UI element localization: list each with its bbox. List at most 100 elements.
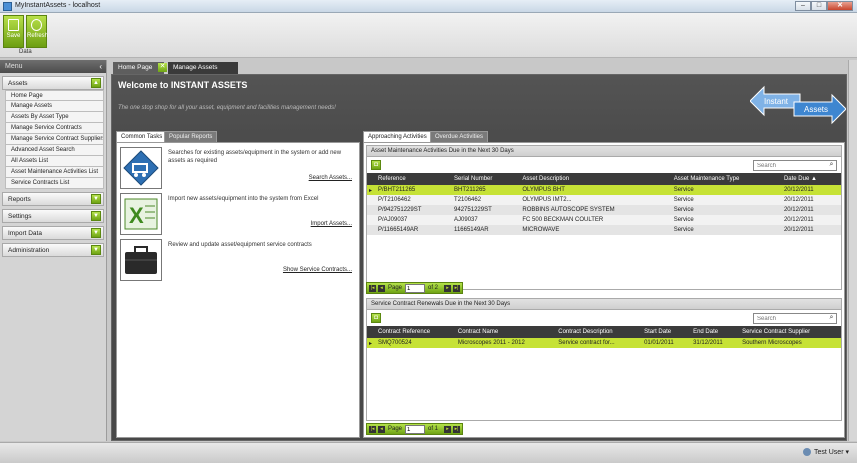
menu-header: Menu ‹ [0, 60, 106, 73]
collapse-menu-icon[interactable]: ‹ [99, 62, 102, 71]
task-service-contracts: Review and update asset/equipment servic… [120, 239, 356, 283]
column-header[interactable]: Serial Number [451, 173, 519, 185]
sidebar-section-assets[interactable]: Assets ▲ [2, 76, 104, 90]
sidebar-section-import-data[interactable]: Import Data ▼ [2, 226, 104, 240]
cell: 31/12/2011 [693, 340, 723, 346]
search-icon[interactable]: ⌕ [827, 161, 836, 170]
maintenance-search-input[interactable] [753, 160, 837, 171]
tab-overdue-activities[interactable]: Overdue Activities [430, 131, 489, 142]
minimize-button[interactable]: – [795, 1, 811, 11]
sidebar-item-assets-by-type[interactable]: Assets By Asset Type [5, 112, 104, 123]
last-page-icon[interactable]: ▸| [453, 285, 460, 292]
chevron-down-icon[interactable]: ▼ [91, 211, 101, 221]
current-user[interactable]: Test User ▾ [802, 448, 849, 457]
prev-page-icon[interactable]: ◂ [378, 285, 385, 292]
chevron-down-icon[interactable]: ▼ [91, 228, 101, 238]
window-controls: – □ ✕ [795, 1, 853, 11]
sidebar: Menu ‹ Assets ▲ Home Page Manage Assets … [0, 60, 107, 441]
save-button[interactable]: Save [3, 15, 24, 48]
row-indicator-icon: ▸ [369, 340, 373, 347]
task-description: Review and update asset/equipment servic… [168, 242, 312, 248]
close-window-button[interactable]: ✕ [827, 1, 853, 11]
task-description: Import new assets/equipment into the sys… [168, 196, 319, 202]
tab-manage-assets[interactable]: Manage Assets [168, 62, 238, 74]
refresh-icon [31, 19, 42, 31]
tab-common-tasks[interactable]: Common Tasks [116, 131, 168, 142]
refresh-button[interactable]: Refresh [26, 15, 49, 48]
show-service-contracts-link[interactable]: Show Service Contracts... [283, 267, 352, 273]
cell: BHT211265 [454, 187, 486, 193]
next-page-icon[interactable]: ▸ [444, 285, 451, 292]
cell: Southern Microscopes [742, 340, 802, 346]
sidebar-item-maintenance-activities-list[interactable]: Asset Maintenance Activities List [5, 167, 104, 178]
sidebar-section-reports[interactable]: Reports ▼ [2, 192, 104, 206]
table-row[interactable]: P/11665149AR 11665149AR MICROWAVE Servic… [367, 225, 841, 235]
refresh-label: Refresh [27, 33, 49, 39]
import-assets-link[interactable]: Import Assets... [311, 221, 352, 227]
column-header[interactable]: Contract Description [555, 326, 641, 338]
sidebar-item-manage-contract-suppliers[interactable]: Manage Service Contract Suppliers [5, 134, 104, 145]
maximize-button[interactable]: □ [811, 1, 827, 11]
column-header[interactable]: Contract Reference [375, 326, 455, 338]
close-tab-icon[interactable]: ✕ [158, 63, 167, 72]
user-name: Test User [813, 449, 844, 456]
sidebar-item-all-assets-list[interactable]: All Assets List [5, 156, 104, 167]
sidebar-item-service-contracts-list[interactable]: Service Contracts List [5, 178, 104, 189]
cell: P/AJ09037 [378, 217, 408, 223]
cell: P/11665149AR [378, 227, 419, 233]
sidebar-item-manage-service-contracts[interactable]: Manage Service Contracts [5, 123, 104, 134]
chevron-up-icon[interactable]: ▲ [91, 78, 101, 88]
tab-popular-reports[interactable]: Popular Reports [164, 131, 218, 142]
save-label: Save [6, 33, 21, 39]
sidebar-section-administration[interactable]: Administration ▼ [2, 243, 104, 257]
column-header[interactable]: Contract Name [455, 326, 555, 338]
column-header[interactable]: Date Due ▲ [781, 173, 841, 185]
search-icon[interactable]: ⌕ [827, 314, 836, 323]
section-label: Reports [8, 196, 31, 203]
tab-approaching-activities[interactable]: Approaching Activities [363, 131, 432, 142]
home-content: Welcome to INSTANT ASSETS The one stop s… [111, 74, 847, 441]
table-row[interactable]: P/AJ09037 AJ09037 FC 500 BECKMAN COULTER… [367, 215, 841, 225]
column-header[interactable]: Reference [375, 173, 451, 185]
table-row[interactable]: ▸ P/BHT211265 BHT211265 OLYMPUS BHT Serv… [367, 185, 841, 195]
first-page-icon[interactable]: |◂ [369, 426, 376, 433]
table-row[interactable]: ▸ SMQ700524 Microscopes 2011 - 2012 Serv… [367, 338, 841, 348]
chevron-down-icon[interactable]: ▼ [91, 194, 101, 204]
logo-text-right: Assets [804, 105, 828, 114]
page-title: Welcome to INSTANT ASSETS [118, 80, 248, 90]
app-icon [3, 2, 12, 11]
column-header[interactable]: Asset Maintenance Type [671, 173, 781, 185]
export-icon[interactable]: ◘ [371, 313, 381, 323]
prev-page-icon[interactable]: ◂ [378, 426, 385, 433]
window-titlebar: MyInstantAssets - localhost – □ ✕ [0, 0, 857, 13]
first-page-icon[interactable]: |◂ [369, 285, 376, 292]
search-assets-link[interactable]: Search Assets... [309, 175, 352, 181]
table-row[interactable]: P/942751229ST 942751229ST ROBBINS AUTOSC… [367, 205, 841, 215]
cell: P/T2106462 [378, 197, 411, 203]
column-header[interactable]: Asset Description [519, 173, 670, 185]
contracts-pager: |◂ ◂ Page of 1 ▸ ▸| [366, 423, 463, 435]
sidebar-item-advanced-search[interactable]: Advanced Asset Search [5, 145, 104, 156]
contracts-search-input[interactable] [753, 313, 837, 324]
grid-title: Service Contract Renewals Due in the Nex… [367, 299, 841, 310]
export-icon[interactable]: ◘ [371, 160, 381, 170]
chevron-down-icon[interactable]: ▼ [91, 245, 101, 255]
status-bar: Test User ▾ [0, 442, 857, 463]
page-number-input[interactable] [405, 284, 425, 293]
page-number-input[interactable] [405, 425, 425, 434]
cell: Service [673, 187, 694, 193]
page-count: of 2 [428, 285, 439, 291]
sidebar-item-home-page[interactable]: Home Page [5, 90, 104, 101]
column-header[interactable]: Service Contract Supplier [739, 326, 841, 338]
last-page-icon[interactable]: ▸| [453, 426, 460, 433]
column-header[interactable]: Start Date [641, 326, 690, 338]
tab-home-page[interactable]: Home Page [113, 62, 164, 74]
sidebar-section-settings[interactable]: Settings ▼ [2, 209, 104, 223]
table-row[interactable]: P/T2106462 T2106462 OLYMPUS IMT2... Serv… [367, 195, 841, 205]
vertical-scrollbar[interactable] [848, 60, 857, 441]
cell: 01/01/2011 [644, 340, 674, 346]
next-page-icon[interactable]: ▸ [444, 426, 451, 433]
sidebar-item-manage-assets[interactable]: Manage Assets [5, 101, 104, 112]
column-header[interactable]: End Date [690, 326, 739, 338]
cell: MICROWAVE [522, 227, 560, 233]
